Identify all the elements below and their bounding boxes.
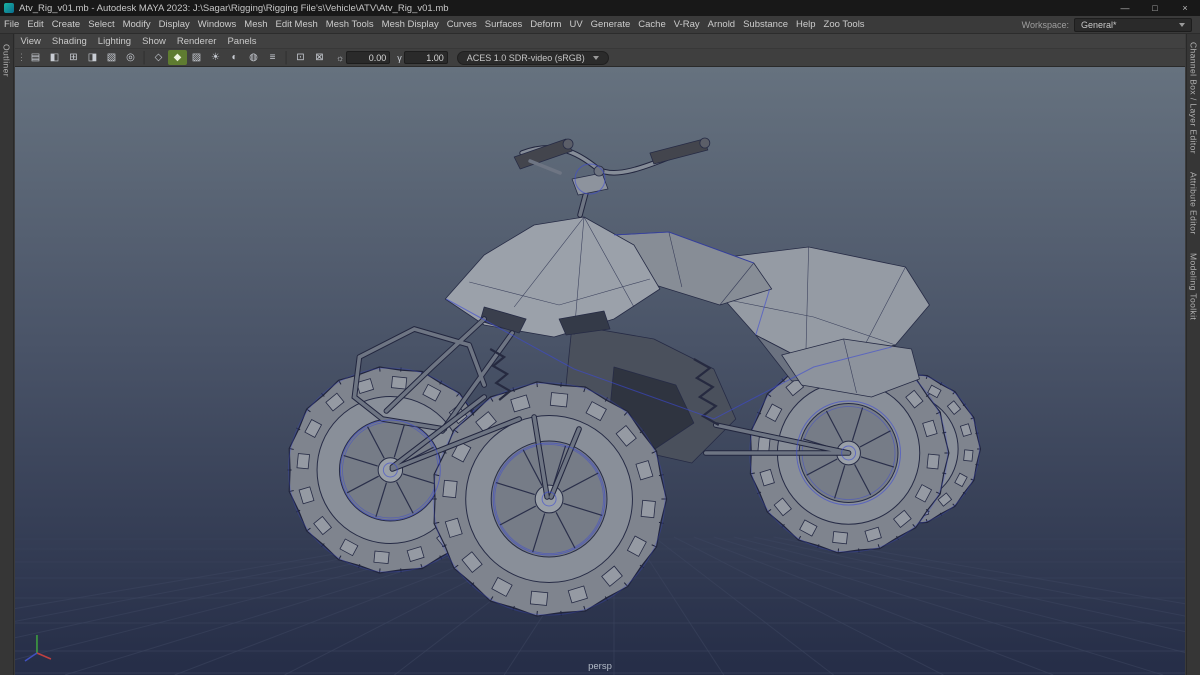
gamma-field[interactable] xyxy=(403,51,448,64)
menu-item[interactable]: Help xyxy=(792,16,820,34)
maya-logo-icon xyxy=(4,3,14,13)
toolbar-separator: │ xyxy=(141,51,148,64)
ambient-occlusion-icon[interactable]: ◍ xyxy=(244,50,263,65)
viewport-persp[interactable]: persp xyxy=(15,67,1185,675)
menu-item[interactable]: Edit Mesh xyxy=(272,16,322,34)
camera-name-label: persp xyxy=(588,661,612,672)
shaded-mode-icon[interactable]: ◆ xyxy=(168,50,187,65)
bookmarks-icon[interactable]: ◨ xyxy=(83,50,102,65)
main-menubar: File Edit Create Select Modify Display Windows… xyxy=(0,16,1200,34)
outliner-tab-label: Outliner xyxy=(1,44,12,77)
camera-attributes-icon[interactable]: ⊞ xyxy=(64,50,83,65)
lock-camera-icon[interactable]: ◧ xyxy=(45,50,64,65)
axis-indicator xyxy=(24,635,52,662)
menu-item[interactable]: Modify xyxy=(119,16,155,34)
exposure-icon: ☼ xyxy=(336,52,345,63)
menu-item[interactable]: Display xyxy=(155,16,194,34)
textured-mode-icon[interactable]: ▨ xyxy=(187,50,206,65)
panel-menubar: View Shading Lighting Show Renderer Panels xyxy=(15,34,1185,49)
chevron-down-icon xyxy=(1179,22,1185,27)
maximize-button[interactable]: □ xyxy=(1140,0,1170,16)
view-transform-value: ACES 1.0 SDR-video (sRGB) xyxy=(466,52,585,63)
viewport-canvas[interactable] xyxy=(15,67,1185,675)
menu-item[interactable]: V-Ray xyxy=(670,16,704,34)
panel-menu-item[interactable]: View xyxy=(15,34,46,49)
pan-zoom-icon[interactable]: ◎ xyxy=(121,50,140,65)
panel-menu-item[interactable]: Show xyxy=(137,34,172,49)
minimize-button[interactable]: — xyxy=(1110,0,1140,16)
gamma-icon: γ xyxy=(397,52,402,63)
sidebar-tab[interactable]: Modeling Toolkit xyxy=(1189,253,1199,320)
image-plane-icon[interactable]: ▧ xyxy=(102,50,121,65)
use-all-lights-icon[interactable]: ☀ xyxy=(206,50,225,65)
titlebar[interactable]: Atv_Rig_v01.mb - Autodesk MAYA 2023: J:\… xyxy=(0,0,1200,16)
close-button[interactable]: × xyxy=(1170,0,1200,16)
panel-menu-item[interactable]: Panels xyxy=(222,34,262,49)
window-title: Atv_Rig_v01.mb - Autodesk MAYA 2023: J:\… xyxy=(19,2,449,14)
wireframe-mode-icon[interactable]: ◇ xyxy=(149,50,168,65)
atv-model[interactable] xyxy=(287,137,982,617)
toolbar-separator: │ xyxy=(283,51,290,64)
menu-items: File Edit Create Select Modify Display Windows… xyxy=(0,16,869,33)
panel-menu-item[interactable]: Shading xyxy=(46,34,92,49)
menu-item[interactable]: Generate xyxy=(587,16,635,34)
menu-item[interactable]: Curves xyxy=(443,16,481,34)
toolbar-drag-handle: ⋮ xyxy=(17,52,26,62)
menu-item[interactable]: Deform xyxy=(526,16,565,34)
select-camera-icon[interactable]: ▤ xyxy=(26,50,45,65)
panel-menu-item[interactable]: Renderer xyxy=(171,34,222,49)
workspace-switcher: Workspace: General* xyxy=(1021,17,1200,32)
workspace-value: General* xyxy=(1081,19,1117,30)
menu-item[interactable]: Create xyxy=(48,16,85,34)
sidebar-tab[interactable]: Channel Box / Layer Editor xyxy=(1189,42,1199,154)
viewport-toolbar: ⋮▤◧⊞◨▧◎│◇◆▨☀◐◍≡│⊡⊠ ☼ γ ACES 1.0 SDR-vide… xyxy=(15,49,1185,67)
window-controls: — □ × xyxy=(1110,0,1200,16)
anti-aliasing-icon[interactable]: ≡ xyxy=(263,50,282,65)
menu-item[interactable]: UV xyxy=(565,16,586,34)
menu-item[interactable]: Mesh Display xyxy=(378,16,443,34)
menu-item[interactable]: Select xyxy=(84,16,118,34)
menu-item[interactable]: Edit xyxy=(23,16,47,34)
menu-item[interactable]: Mesh xyxy=(240,16,271,34)
sidebar-tab[interactable]: Attribute Editor xyxy=(1189,172,1199,235)
xray-icon[interactable]: ⊠ xyxy=(310,50,329,65)
chevron-down-icon xyxy=(592,55,599,60)
menu-item[interactable]: Mesh Tools xyxy=(322,16,378,34)
shadows-icon[interactable]: ◐ xyxy=(225,50,244,65)
outliner-collapsed-panel[interactable]: Outliner xyxy=(0,34,14,675)
menu-item[interactable]: Windows xyxy=(194,16,241,34)
isolate-select-icon[interactable]: ⊡ xyxy=(291,50,310,65)
menu-item[interactable]: Cache xyxy=(634,16,669,34)
menu-item[interactable]: Arnold xyxy=(704,16,739,34)
exposure-field[interactable] xyxy=(346,51,391,64)
workspace-dropdown[interactable]: General* xyxy=(1074,17,1192,32)
view-transform-dropdown[interactable]: ACES 1.0 SDR-video (sRGB) xyxy=(456,50,609,65)
menu-item[interactable]: Zoo Tools xyxy=(820,16,869,34)
menu-item[interactable]: Surfaces xyxy=(481,16,527,34)
panel-menu-item[interactable]: Lighting xyxy=(92,34,136,49)
menu-item[interactable]: Substance xyxy=(739,16,792,34)
menu-item[interactable]: File xyxy=(0,16,23,34)
workspace-label: Workspace: xyxy=(1021,19,1069,30)
right-sidebar-tabs: Channel Box / Layer Editor Attribute Edit… xyxy=(1186,34,1200,675)
